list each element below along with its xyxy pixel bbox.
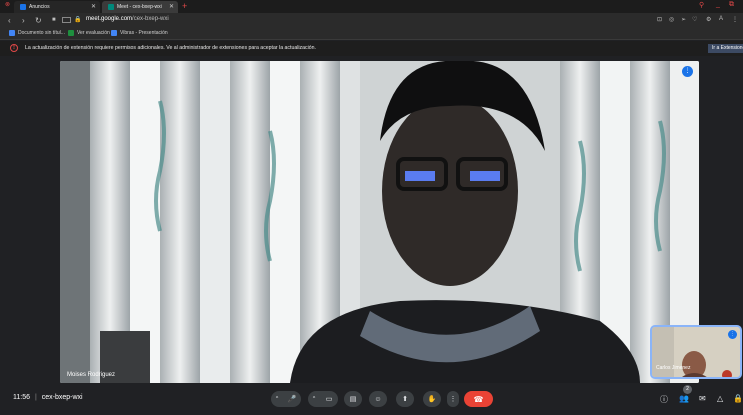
camera-button[interactable]: ▭	[320, 391, 338, 407]
meet-favicon-icon	[108, 4, 114, 10]
forward-icon[interactable]: ›	[22, 16, 25, 25]
tab-label: Anuncios	[29, 4, 50, 10]
meeting-code: cex-bxep-wxi	[41, 394, 83, 401]
address-bar-row: ‹ › ↻ ■ 🔒 meet.google.com/cex-bxep-wxi ⊡…	[0, 13, 743, 28]
people-icon[interactable]: 👥	[679, 394, 689, 403]
search-tabs-icon[interactable]: ⚲	[699, 1, 704, 9]
video-background	[60, 61, 699, 383]
menu-icon[interactable]: ⋮	[732, 16, 738, 23]
close-tab-icon[interactable]: ✕	[169, 3, 174, 10]
info-icon: !	[10, 44, 18, 52]
infobar-message: La actualización de extensión requiere p…	[25, 45, 316, 51]
bookmarks-bar: Documento sin títul... Ver evaluación Vi…	[0, 28, 743, 40]
send-icon[interactable]: ➢	[681, 16, 686, 23]
extension-infobar: ! La actualización de extensión requiere…	[0, 41, 743, 56]
tab-label: Meet - cex-bxep-wxi	[117, 4, 162, 10]
meeting-details-icon[interactable]: ⓘ	[660, 394, 668, 405]
microphone-button[interactable]: 🎤	[283, 391, 301, 407]
audio-level-icon: ⋮	[682, 66, 693, 77]
ads-favicon-icon	[20, 4, 26, 10]
self-name: Carlos Jimenez	[656, 365, 691, 371]
bookmark-item[interactable]: Ver evaluación	[68, 30, 110, 36]
leave-call-button[interactable]: ☎	[464, 391, 493, 407]
bookmark-item[interactable]: Vibras - Presentación	[111, 30, 168, 36]
url-field[interactable]: meet.google.com/cex-bxep-wxi	[86, 16, 169, 22]
host-controls-icon[interactable]: 🔒	[733, 394, 743, 403]
extensions-icon[interactable]: ⚙	[706, 16, 711, 23]
meeting-controls-bar: 11:56 | cex-bxep-wxi ^ 🎤 ^ ▭ ▤ ☺ ⬆ ✋ ⋮ ☎…	[0, 383, 743, 415]
tab-grid-icon[interactable]	[62, 17, 71, 23]
captions-button[interactable]: ▤	[344, 391, 362, 407]
profile-icon[interactable]: A	[719, 16, 723, 22]
back-icon[interactable]: ‹	[8, 16, 11, 25]
translate-icon[interactable]: ⊡	[657, 16, 662, 23]
meet-stage: ⋮ Moises Rodriguez ⋮ Carlos Jimenez 11:5…	[0, 56, 743, 415]
raise-hand-button[interactable]: ✋	[423, 391, 441, 407]
docs-icon	[9, 30, 15, 36]
bookmark-item[interactable]: Documento sin títul...	[9, 30, 65, 36]
more-options-button[interactable]: ⋮	[447, 391, 459, 407]
camera-icon[interactable]: ◎	[669, 16, 674, 23]
slides-icon	[111, 30, 117, 36]
chat-icon[interactable]: ✉	[699, 394, 706, 403]
video-options-button[interactable]: ^	[308, 391, 320, 407]
tab-anuncios[interactable]: Anuncios ✕	[14, 1, 100, 13]
audio-level-icon: ⋮	[728, 330, 737, 339]
tab-meet[interactable]: Meet - cex-bxep-wxi ✕	[102, 1, 178, 13]
audio-options-button[interactable]: ^	[271, 391, 283, 407]
main-video-tile[interactable]: ⋮ Moises Rodriguez	[60, 61, 699, 383]
maximize-icon[interactable]: ⧉	[729, 1, 734, 9]
browser-tab-strip: ⊗ Anuncios ✕ Meet - cex-bxep-wxi ✕ + ⚲ _…	[0, 0, 743, 13]
meeting-info: 11:56 | cex-bxep-wxi	[13, 394, 83, 401]
activities-icon[interactable]: △	[717, 394, 723, 403]
close-tab-icon[interactable]: ✕	[91, 3, 96, 10]
camera-indicator-icon[interactable]: ■	[52, 16, 56, 25]
participant-count-badge: 2	[683, 385, 692, 394]
new-tab-icon[interactable]: +	[182, 1, 187, 11]
present-button[interactable]: ⬆	[396, 391, 414, 407]
minimize-icon[interactable]: _	[716, 1, 720, 8]
participant-name: Moises Rodriguez	[67, 372, 116, 378]
heart-icon[interactable]: ♡	[692, 16, 697, 23]
go-to-extensions-button[interactable]: Ir a Extensiones	[708, 44, 743, 53]
self-view-tile[interactable]: ⋮ Carlos Jimenez	[650, 325, 742, 379]
emoji-button[interactable]: ☺	[369, 391, 387, 407]
meeting-time: 11:56	[13, 394, 30, 401]
classroom-icon	[68, 30, 74, 36]
lock-icon[interactable]: 🔒	[74, 16, 81, 25]
reload-icon[interactable]: ↻	[35, 16, 42, 25]
tab-search-icon[interactable]: ⊗	[5, 1, 10, 10]
